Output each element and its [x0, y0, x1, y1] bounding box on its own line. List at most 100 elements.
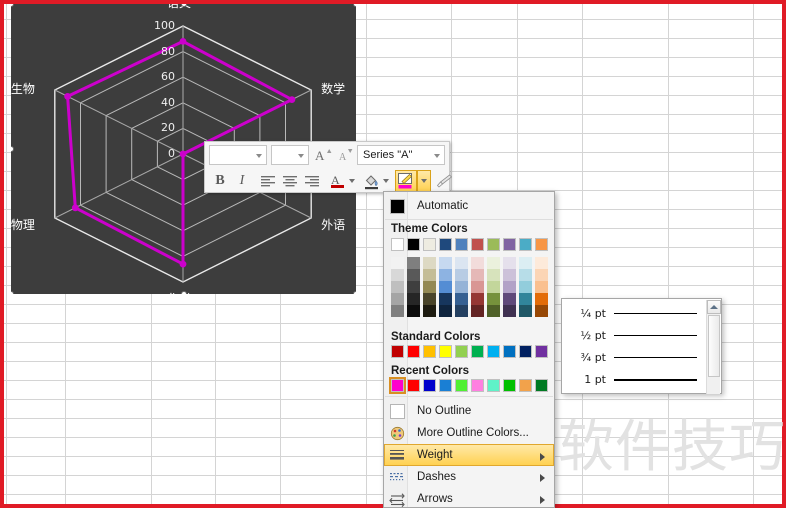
standard-color-swatch[interactable]	[407, 345, 420, 358]
font-color-dropdown[interactable]	[347, 170, 357, 192]
theme-color-variant-swatch[interactable]	[471, 281, 484, 293]
theme-color-variant-swatch[interactable]	[487, 281, 500, 293]
theme-color-swatch[interactable]	[487, 238, 500, 251]
font-color-button[interactable]: A	[327, 170, 349, 192]
menu-item-more-outline-colors[interactable]: More Outline Colors...	[385, 422, 553, 444]
radar-data-point[interactable]	[288, 96, 296, 103]
font-size-combo[interactable]	[271, 145, 309, 165]
theme-color-variant-swatch[interactable]	[423, 293, 436, 305]
theme-color-variant-swatch[interactable]	[407, 305, 420, 317]
menu-item-arrows[interactable]: Arrows	[385, 488, 553, 508]
theme-color-variant-swatch[interactable]	[391, 257, 404, 269]
theme-color-variant-swatch[interactable]	[503, 257, 516, 269]
theme-color-variant-swatch[interactable]	[455, 281, 468, 293]
theme-color-variant-swatch[interactable]	[391, 281, 404, 293]
theme-color-variant-swatch[interactable]	[503, 305, 516, 317]
recent-color-swatch[interactable]	[423, 379, 436, 392]
weight-option[interactable]: 1 pt	[564, 369, 707, 390]
weight-submenu[interactable]: ¼ pt ½ pt ¾ pt 1 pt	[561, 298, 722, 394]
recent-color-swatch[interactable]	[487, 379, 500, 392]
theme-color-variant-swatch[interactable]	[423, 257, 436, 269]
radar-data-point[interactable]	[179, 150, 187, 158]
theme-color-variant-swatch[interactable]	[423, 281, 436, 293]
theme-color-swatch[interactable]	[455, 238, 468, 251]
standard-color-swatch[interactable]	[519, 345, 532, 358]
format-painter-button[interactable]	[433, 170, 455, 192]
theme-color-swatch[interactable]	[391, 238, 404, 251]
theme-color-variant-swatch[interactable]	[487, 305, 500, 317]
theme-color-variant-swatch[interactable]	[391, 305, 404, 317]
standard-color-swatch[interactable]	[423, 345, 436, 358]
theme-color-variant-swatch[interactable]	[439, 269, 452, 281]
standard-color-swatch[interactable]	[471, 345, 484, 358]
theme-color-variant-swatch[interactable]	[407, 269, 420, 281]
weight-submenu-scrollbar[interactable]	[706, 300, 721, 394]
theme-color-variant-swatch[interactable]	[503, 293, 516, 305]
theme-color-variant-swatch[interactable]	[439, 281, 452, 293]
font-name-combo[interactable]	[209, 145, 267, 165]
theme-color-swatch[interactable]	[535, 238, 548, 251]
theme-color-variant-swatch[interactable]	[471, 305, 484, 317]
theme-color-variant-swatch[interactable]	[439, 293, 452, 305]
series-selector-combo[interactable]: Series "A"	[357, 145, 445, 165]
fill-color-dropdown[interactable]	[381, 170, 391, 192]
standard-color-swatch[interactable]	[487, 345, 500, 358]
recent-color-swatch[interactable]	[503, 379, 516, 392]
recent-color-swatch[interactable]	[389, 377, 406, 394]
recent-color-swatch[interactable]	[519, 379, 532, 392]
theme-color-swatch[interactable]	[439, 238, 452, 251]
theme-color-variant-swatch[interactable]	[423, 269, 436, 281]
theme-color-swatch[interactable]	[407, 238, 420, 251]
radar-data-point[interactable]	[71, 204, 79, 212]
scrollbar-thumb[interactable]	[708, 315, 720, 377]
theme-color-variant-swatch[interactable]	[455, 305, 468, 317]
theme-color-variant-swatch[interactable]	[487, 257, 500, 269]
theme-color-variant-swatch[interactable]	[535, 293, 548, 305]
fill-color-button[interactable]	[361, 170, 383, 192]
shape-outline-dropdown[interactable]	[417, 170, 431, 192]
align-right-button[interactable]	[301, 170, 323, 192]
standard-color-swatch[interactable]	[535, 345, 548, 358]
align-center-button[interactable]	[279, 170, 301, 192]
shrink-font-button[interactable]: A	[335, 144, 357, 166]
standard-color-swatch[interactable]	[455, 345, 468, 358]
theme-color-variant-swatch[interactable]	[535, 305, 548, 317]
theme-color-variant-swatch[interactable]	[407, 281, 420, 293]
theme-color-variant-swatch[interactable]	[535, 281, 548, 293]
theme-color-variant-swatch[interactable]	[455, 269, 468, 281]
theme-color-variant-swatch[interactable]	[471, 293, 484, 305]
recent-color-swatch[interactable]	[455, 379, 468, 392]
theme-color-variant-swatch[interactable]	[487, 293, 500, 305]
grow-font-button[interactable]: A	[313, 144, 335, 166]
theme-color-swatch[interactable]	[423, 238, 436, 251]
theme-color-variant-swatch[interactable]	[519, 257, 532, 269]
recent-color-swatch[interactable]	[471, 379, 484, 392]
radar-data-point[interactable]	[64, 93, 71, 100]
shape-outline-button[interactable]	[395, 170, 417, 192]
theme-color-variant-swatch[interactable]	[407, 293, 420, 305]
theme-color-swatch[interactable]	[503, 238, 516, 251]
theme-color-variant-swatch[interactable]	[519, 305, 532, 317]
radar-data-point[interactable]	[179, 260, 187, 268]
theme-color-variant-swatch[interactable]	[519, 293, 532, 305]
theme-color-variant-swatch[interactable]	[455, 293, 468, 305]
weight-option[interactable]: ¾ pt	[564, 347, 707, 368]
chart-resize-handle[interactable]	[353, 291, 356, 294]
recent-color-swatch[interactable]	[439, 379, 452, 392]
radar-data-point[interactable]	[179, 38, 187, 45]
theme-color-variant-swatch[interactable]	[519, 281, 532, 293]
weight-option[interactable]: ¼ pt	[564, 303, 707, 324]
chart-resize-handle[interactable]	[180, 291, 187, 294]
standard-color-swatch[interactable]	[439, 345, 452, 358]
theme-color-variant-swatch[interactable]	[535, 257, 548, 269]
weight-option[interactable]: ½ pt	[564, 325, 707, 346]
theme-color-variant-swatch[interactable]	[423, 305, 436, 317]
scroll-up-icon[interactable]	[707, 300, 721, 314]
menu-item-no-outline[interactable]: No Outline	[385, 400, 553, 422]
chart-resize-handle[interactable]	[11, 291, 14, 294]
theme-color-variant-swatch[interactable]	[503, 281, 516, 293]
theme-color-variant-swatch[interactable]	[407, 257, 420, 269]
menu-item-weight[interactable]: Weight	[384, 444, 554, 466]
theme-color-variant-swatch[interactable]	[391, 293, 404, 305]
standard-color-swatch[interactable]	[391, 345, 404, 358]
